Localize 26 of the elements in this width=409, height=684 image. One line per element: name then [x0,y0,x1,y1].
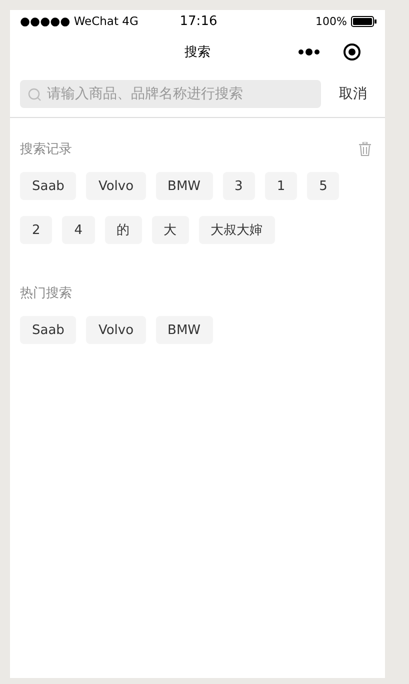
search-field[interactable]: 请输入商品、品牌名称进行搜索 [20,80,321,108]
search-tag[interactable]: 1 [264,172,298,200]
more-icon[interactable] [298,48,320,56]
search-tag[interactable]: 3 [222,172,255,200]
cancel-button[interactable]: 取消 [321,85,367,103]
search-tag[interactable]: Volvo [86,172,146,200]
record-icon[interactable] [343,43,361,61]
search-tag[interactable]: Saab [20,316,76,344]
carrier-text: ●●●●● WeChat 4G [20,14,140,28]
search-tag[interactable]: 4 [62,216,95,244]
battery-percent: 100% [316,14,347,28]
search-tag[interactable]: BMW [156,316,213,344]
search-tag[interactable]: 大叔大婶 [198,216,275,244]
search-tag[interactable]: 2 [20,216,52,244]
battery-icon [351,16,377,26]
search-tag[interactable]: BMW [156,172,213,200]
search-tag[interactable]: Saab [20,172,76,200]
search-tag[interactable]: 大 [152,216,189,244]
page-title: 搜索 [184,44,210,61]
section-title: 搜索记录 [20,141,72,158]
section-title: 热门搜索 [20,285,72,302]
clock-text: 17:16 [180,14,218,28]
search-icon [28,88,41,100]
search-tag[interactable]: 的 [104,216,142,244]
search-tag[interactable]: Volvo [86,316,146,344]
search-tag[interactable]: 5 [307,172,340,200]
